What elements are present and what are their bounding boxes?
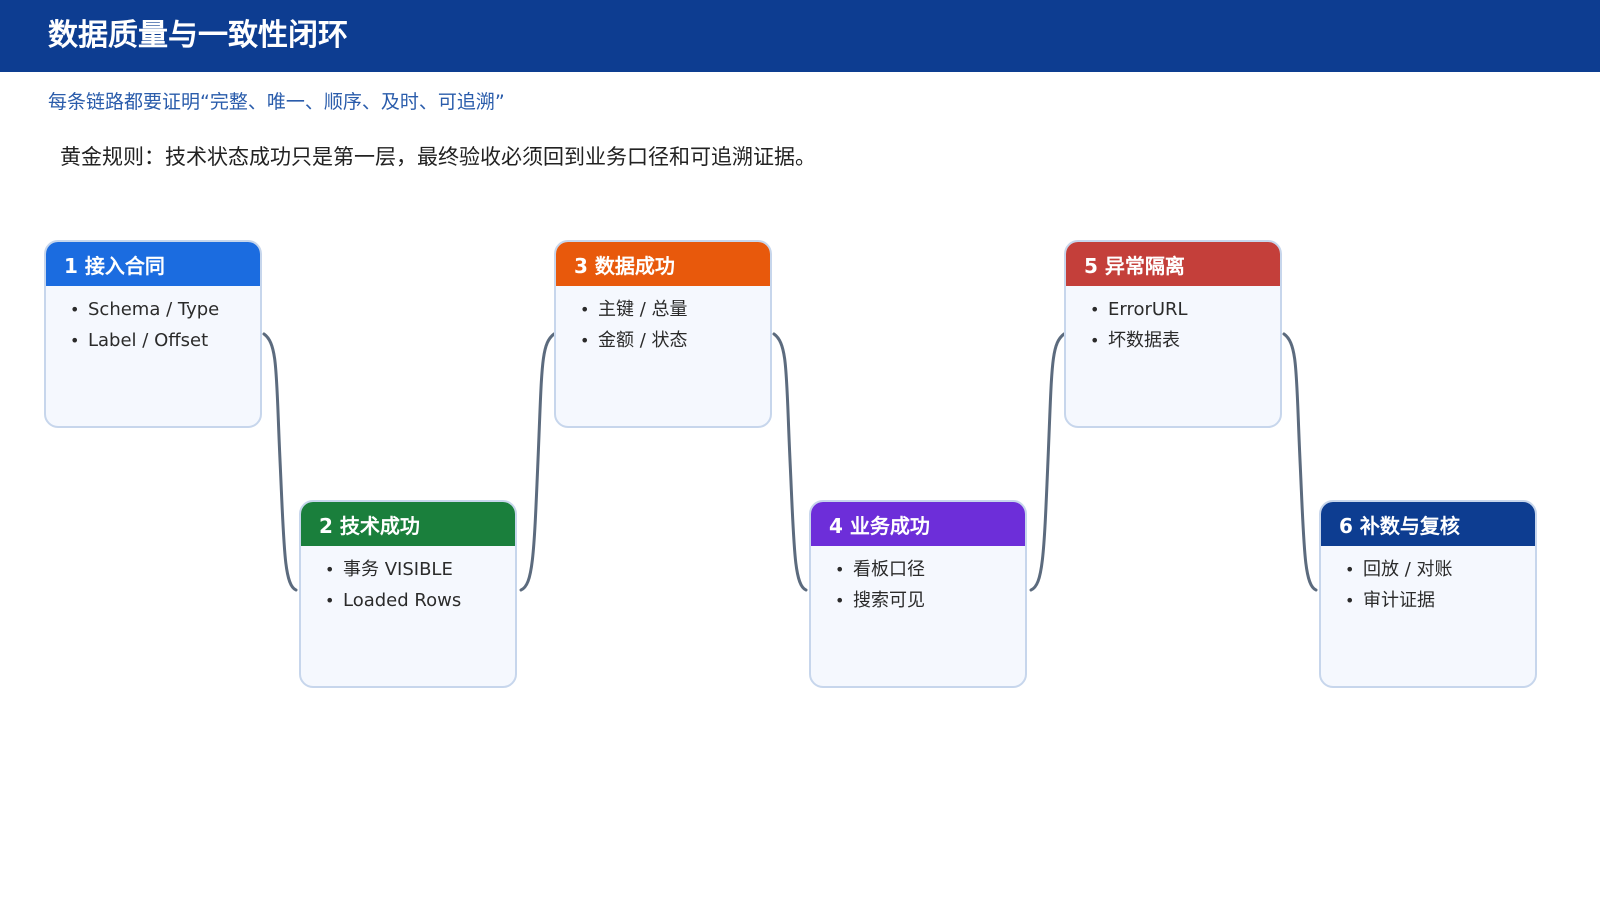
step-title-3: 3 数据成功 (574, 253, 675, 278)
step-list-1: • Schema / Type • Label / Offset (46, 286, 260, 356)
step-header-1: 1 接入合同 (46, 242, 260, 286)
list-item: • 坏数据表 (1090, 325, 1280, 356)
connector-2-3 (519, 332, 556, 592)
list-item: • Loaded Rows (325, 585, 515, 616)
list-item: • Schema / Type (70, 294, 260, 325)
golden-rule-text: 黄金规则：技术状态成功只是第一层，最终验收必须回到业务口径和可追溯证据。 (60, 145, 816, 169)
step-list-6: • 回放 / 对账 • 审计证据 (1321, 546, 1535, 616)
bullet-icon: • (1090, 300, 1100, 319)
flow-connectors (262, 332, 1318, 592)
step-header-2: 2 技术成功 (301, 502, 515, 546)
step-list-4: • 看板口径 • 搜索可见 (811, 546, 1025, 616)
page-title: 数据质量与一致性闭环 (48, 18, 348, 53)
list-item: • 金额 / 状态 (580, 325, 770, 356)
step-header-4: 4 业务成功 (811, 502, 1025, 546)
list-item: • 看板口径 (835, 554, 1025, 585)
bullet-icon: • (580, 331, 590, 350)
bullet-icon: • (70, 300, 80, 319)
connector-5-6 (1282, 332, 1318, 592)
step-title-2: 2 技术成功 (319, 513, 420, 538)
step-header-3: 3 数据成功 (556, 242, 770, 286)
bullet-icon: • (580, 300, 590, 319)
step-card-2: 2 技术成功 • 事务 VISIBLE • Loaded Rows (299, 500, 517, 688)
step-title-4: 4 业务成功 (829, 513, 930, 538)
list-item: • 审计证据 (1345, 585, 1535, 616)
bullet-icon: • (1345, 591, 1355, 610)
list-item: • 事务 VISIBLE (325, 554, 515, 585)
bullet-icon: • (1345, 560, 1355, 579)
step-header-5: 5 异常隔离 (1066, 242, 1280, 286)
connector-1-2 (262, 332, 298, 592)
header-bar: 数据质量与一致性闭环 (0, 0, 1600, 72)
bullet-icon: • (325, 591, 335, 610)
step-title-6: 6 补数与复核 (1339, 513, 1460, 538)
step-title-1: 1 接入合同 (64, 253, 165, 278)
subtitle: 每条链路都要证明“完整、唯一、顺序、及时、可追溯” (48, 91, 505, 113)
bullet-icon: • (325, 560, 335, 579)
list-item: • Label / Offset (70, 325, 260, 356)
step-card-3: 3 数据成功 • 主键 / 总量 • 金额 / 状态 (554, 240, 772, 428)
connector-4-5 (1029, 332, 1066, 592)
bullet-icon: • (835, 560, 845, 579)
slide: 数据质量与一致性闭环 每条链路都要证明“完整、唯一、顺序、及时、可追溯” 黄金规… (0, 0, 1600, 900)
list-item: • 搜索可见 (835, 585, 1025, 616)
step-header-6: 6 补数与复核 (1321, 502, 1535, 546)
step-card-5: 5 异常隔离 • ErrorURL • 坏数据表 (1064, 240, 1282, 428)
connector-3-4 (772, 332, 808, 592)
step-title-5: 5 异常隔离 (1084, 253, 1185, 278)
step-card-4: 4 业务成功 • 看板口径 • 搜索可见 (809, 500, 1027, 688)
step-list-3: • 主键 / 总量 • 金额 / 状态 (556, 286, 770, 356)
step-list-5: • ErrorURL • 坏数据表 (1066, 286, 1280, 356)
bullet-icon: • (1090, 331, 1100, 350)
step-list-2: • 事务 VISIBLE • Loaded Rows (301, 546, 515, 616)
step-card-6: 6 补数与复核 • 回放 / 对账 • 审计证据 (1319, 500, 1537, 688)
list-item: • 回放 / 对账 (1345, 554, 1535, 585)
step-card-1: 1 接入合同 • Schema / Type • Label / Offset (44, 240, 262, 428)
bullet-icon: • (835, 591, 845, 610)
list-item: • ErrorURL (1090, 294, 1280, 325)
bullet-icon: • (70, 331, 80, 350)
list-item: • 主键 / 总量 (580, 294, 770, 325)
